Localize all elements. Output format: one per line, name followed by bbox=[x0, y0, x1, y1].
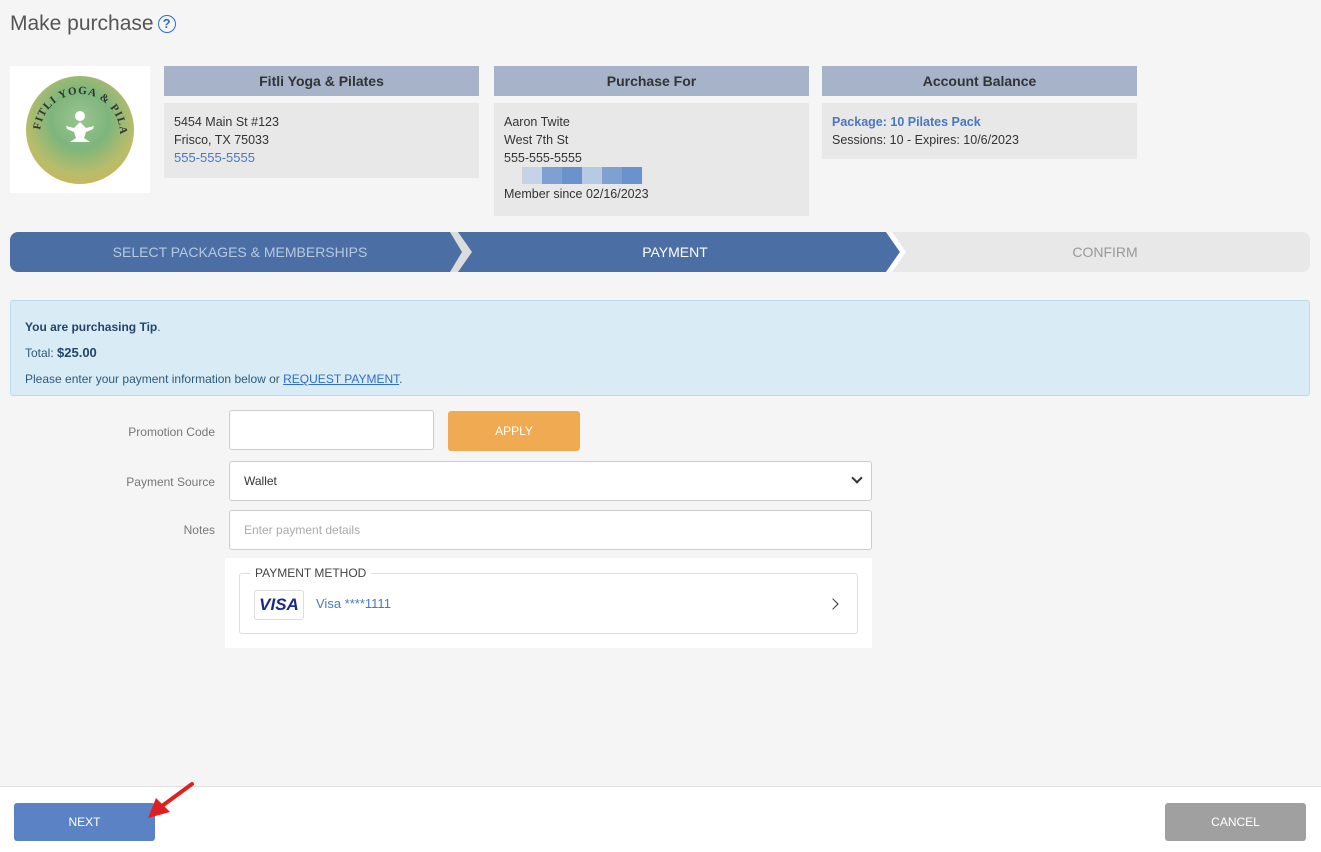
instructions-line: Please enter your payment information be… bbox=[25, 366, 1295, 392]
visa-logo-icon: VISA bbox=[254, 590, 304, 620]
instructions-text: Please enter your payment information be… bbox=[25, 372, 284, 386]
payment-method-section: PAYMENT METHOD VISA Visa ****1111 bbox=[225, 558, 872, 648]
studio-logo-image: FITLI YOGA & PILATES bbox=[26, 75, 134, 184]
customer-name: Aaron Twite bbox=[504, 115, 570, 129]
studio-card-body: 5454 Main St #123 Frisco, TX 75033 555-5… bbox=[164, 103, 479, 178]
purchase-info-alert: You are purchasing Tip. Total: $25.00 Pl… bbox=[10, 300, 1310, 396]
studio-address-line1: 5454 Main St #123 bbox=[174, 115, 279, 129]
customer-street: West 7th St bbox=[504, 133, 569, 147]
notes-label: Notes bbox=[183, 523, 215, 537]
chevron-right-icon[interactable] bbox=[827, 598, 839, 610]
instructions-period: . bbox=[399, 372, 403, 386]
help-icon[interactable]: ? bbox=[157, 15, 176, 33]
step-confirm-label: CONFIRM bbox=[1072, 244, 1138, 260]
page-title-text: Make purchase bbox=[10, 12, 154, 35]
package-name: Package: 10 Pilates Pack bbox=[832, 115, 981, 129]
card-number: Visa ****1111 bbox=[316, 596, 391, 611]
purchase-for-body: Aaron Twite West 7th St 555-555-5555 Mem… bbox=[494, 103, 809, 216]
promotion-code-label: Promotion Code bbox=[128, 425, 215, 439]
account-balance-body: Package: 10 Pilates Pack Sessions: 10 - … bbox=[822, 103, 1137, 159]
chevron-down-icon bbox=[851, 472, 863, 484]
studio-logo: FITLI YOGA & PILATES bbox=[10, 66, 150, 193]
total-label: Total: bbox=[25, 346, 58, 360]
notes-placeholder: Enter payment details bbox=[244, 523, 361, 537]
total-value: $25.00 bbox=[57, 345, 97, 360]
page-title: Make purchase ? bbox=[10, 12, 176, 36]
studio-card-header: Fitli Yoga & Pilates bbox=[164, 66, 479, 96]
step-payment: PAYMENT bbox=[450, 232, 900, 272]
studio-address-line2: Frisco, TX 75033 bbox=[174, 133, 269, 147]
payment-source-label: Payment Source bbox=[126, 475, 215, 489]
studio-card: Fitli Yoga & Pilates 5454 Main St #123 F… bbox=[164, 66, 479, 178]
cancel-button[interactable]: CANCEL bbox=[1165, 803, 1306, 841]
purchasing-period: . bbox=[157, 320, 161, 334]
request-payment-link[interactable]: REQUEST PAYMENT bbox=[283, 372, 399, 386]
account-balance-card: Account Balance Package: 10 Pilates Pack… bbox=[822, 66, 1137, 159]
annotation-arrow-icon bbox=[148, 782, 194, 818]
step-payment-label: PAYMENT bbox=[642, 244, 708, 260]
notes-input[interactable]: Enter payment details bbox=[229, 510, 872, 550]
payment-method-legend: PAYMENT METHOD bbox=[250, 566, 372, 580]
purchase-for-header: Purchase For bbox=[494, 66, 809, 96]
apply-button[interactable]: APPLY bbox=[448, 411, 580, 451]
purchasing-line: You are purchasing Tip. bbox=[25, 314, 1295, 340]
step-select-packages-label: SELECT PACKAGES & MEMBERSHIPS bbox=[112, 244, 368, 260]
member-since: Member since 02/16/2023 bbox=[504, 187, 649, 201]
total-line: Total: $25.00 bbox=[25, 340, 1295, 366]
checkout-stepper: SELECT PACKAGES & MEMBERSHIPS PAYMENT CO… bbox=[10, 232, 1310, 272]
package-sessions: Sessions: 10 - Expires: 10/6/2023 bbox=[832, 133, 1019, 147]
customer-phone: 555-555-5555 bbox=[504, 151, 582, 165]
next-button[interactable]: NEXT bbox=[14, 803, 155, 841]
purchase-for-card: Purchase For Aaron Twite West 7th St 555… bbox=[494, 66, 809, 216]
step-select-packages[interactable]: SELECT PACKAGES & MEMBERSHIPS bbox=[10, 232, 470, 272]
account-balance-header: Account Balance bbox=[822, 66, 1137, 96]
promotion-code-input[interactable] bbox=[229, 410, 434, 450]
payment-method-card[interactable]: PAYMENT METHOD VISA Visa ****1111 bbox=[239, 566, 858, 634]
payment-source-value: Wallet bbox=[244, 474, 277, 488]
step-confirm: CONFIRM bbox=[900, 232, 1310, 272]
redacted-email bbox=[522, 167, 799, 184]
studio-phone-link[interactable]: 555-555-5555 bbox=[174, 149, 469, 167]
payment-source-select[interactable]: Wallet bbox=[229, 461, 872, 501]
purchasing-text: You are purchasing Tip bbox=[25, 320, 158, 334]
